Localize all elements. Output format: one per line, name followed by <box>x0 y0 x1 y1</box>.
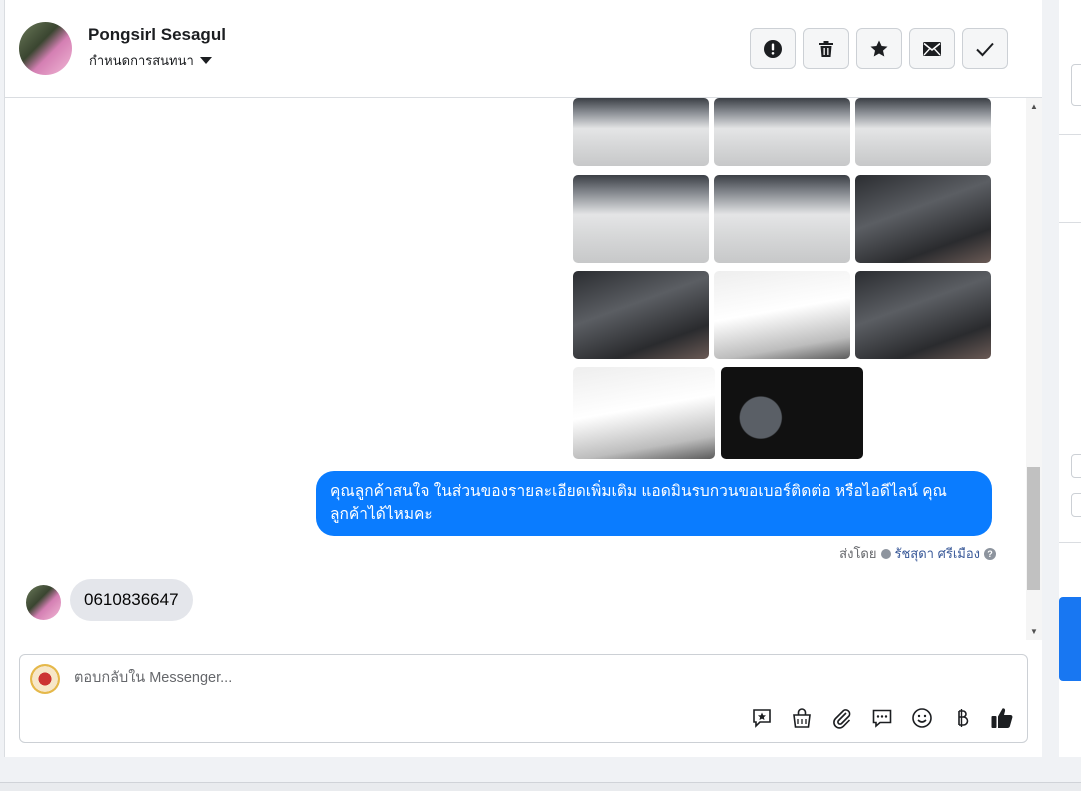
emoji-icon <box>912 708 932 728</box>
car-photo-3[interactable] <box>855 98 991 166</box>
car-photo-7[interactable] <box>573 271 709 359</box>
caret-down-icon <box>199 57 212 64</box>
thread-scrollbar-thumb[interactable] <box>1027 467 1040 590</box>
check-icon <box>976 42 994 56</box>
sidebar-checkbox[interactable] <box>1071 454 1081 478</box>
car-photo-11[interactable] <box>721 367 863 459</box>
conversation-settings-dropdown[interactable]: กำหนดการสนทนา <box>89 50 212 71</box>
delete-button[interactable] <box>803 28 849 69</box>
sent-by-info: ส่งโดย รัชสุดา ศรีเมือง ? <box>839 543 996 564</box>
sender-avatar[interactable] <box>26 585 61 620</box>
message-thread[interactable]: คุณลูกค้าสนใจ ในส่วนของรายละเอียดเพิ่มเต… <box>5 98 1026 640</box>
reply-input[interactable] <box>72 669 976 687</box>
attach-button[interactable] <box>829 705 855 731</box>
header-actions <box>750 28 1008 69</box>
incoming-message[interactable]: 0610836647 <box>70 579 193 621</box>
sidebar-divider <box>1059 134 1081 135</box>
baht-icon <box>958 709 969 727</box>
conversation-header: Pongsirl Sesagul กำหนดการสนทนา <box>5 0 1042 98</box>
saved-reply-icon <box>753 709 771 728</box>
star-icon <box>870 40 888 56</box>
done-button[interactable] <box>962 28 1008 69</box>
outgoing-message[interactable]: คุณลูกค้าสนใจ ในส่วนของรายละเอียดเพิ่มเต… <box>316 471 992 536</box>
scroll-down-arrow-icon[interactable]: ▼ <box>1030 627 1038 636</box>
mark-unread-button[interactable] <box>909 28 955 69</box>
car-photo-2[interactable] <box>714 98 850 166</box>
star-button[interactable] <box>856 28 902 69</box>
chat-bubble-icon <box>872 709 892 728</box>
car-photo-10[interactable] <box>573 367 715 459</box>
saved-reply-button[interactable] <box>749 705 775 731</box>
payment-button[interactable] <box>949 705 975 731</box>
like-button[interactable] <box>989 705 1015 731</box>
sidebar-divider <box>1059 222 1081 223</box>
trash-icon <box>819 40 833 57</box>
envelope-icon <box>923 41 941 56</box>
car-photo-4[interactable] <box>573 175 709 263</box>
car-photo-6[interactable] <box>855 175 991 263</box>
sidebar-action-button[interactable] <box>1059 597 1081 681</box>
sent-by-label: ส่งโดย <box>839 546 877 561</box>
contact-avatar[interactable] <box>19 22 72 75</box>
conversation-panel: Pongsirl Sesagul กำหนดการสนทนา คุณลูกค้า… <box>4 0 1042 757</box>
quick-reply-button[interactable] <box>869 705 895 731</box>
sidebar-divider <box>1059 542 1081 543</box>
car-photo-5[interactable] <box>714 175 850 263</box>
shop-button[interactable] <box>789 705 815 731</box>
car-photo-8[interactable] <box>714 271 850 359</box>
sent-by-name[interactable]: รัชสุดา ศรีเมือง <box>895 543 981 564</box>
car-photo-1[interactable] <box>573 98 709 166</box>
car-photo-9[interactable] <box>855 271 991 359</box>
emoji-button[interactable] <box>909 705 935 731</box>
thumbs-up-icon <box>991 708 1013 728</box>
report-button[interactable] <box>750 28 796 69</box>
agent-status-icon <box>880 548 891 559</box>
conversation-settings-label: กำหนดการสนทนา <box>89 53 194 68</box>
contact-name[interactable]: Pongsirl Sesagul <box>88 25 226 45</box>
shopping-bag-icon <box>793 708 811 728</box>
reply-composer <box>19 654 1028 743</box>
composer-tools <box>749 705 1015 731</box>
sidebar-field[interactable] <box>1071 64 1081 106</box>
exclamation-icon <box>764 39 782 58</box>
right-sidebar <box>1059 0 1081 757</box>
sidebar-checkbox[interactable] <box>1071 493 1081 517</box>
paperclip-icon <box>833 709 851 729</box>
page-avatar <box>30 664 60 694</box>
help-icon[interactable]: ? <box>984 547 996 560</box>
scroll-up-arrow-icon[interactable]: ▲ <box>1030 102 1038 111</box>
